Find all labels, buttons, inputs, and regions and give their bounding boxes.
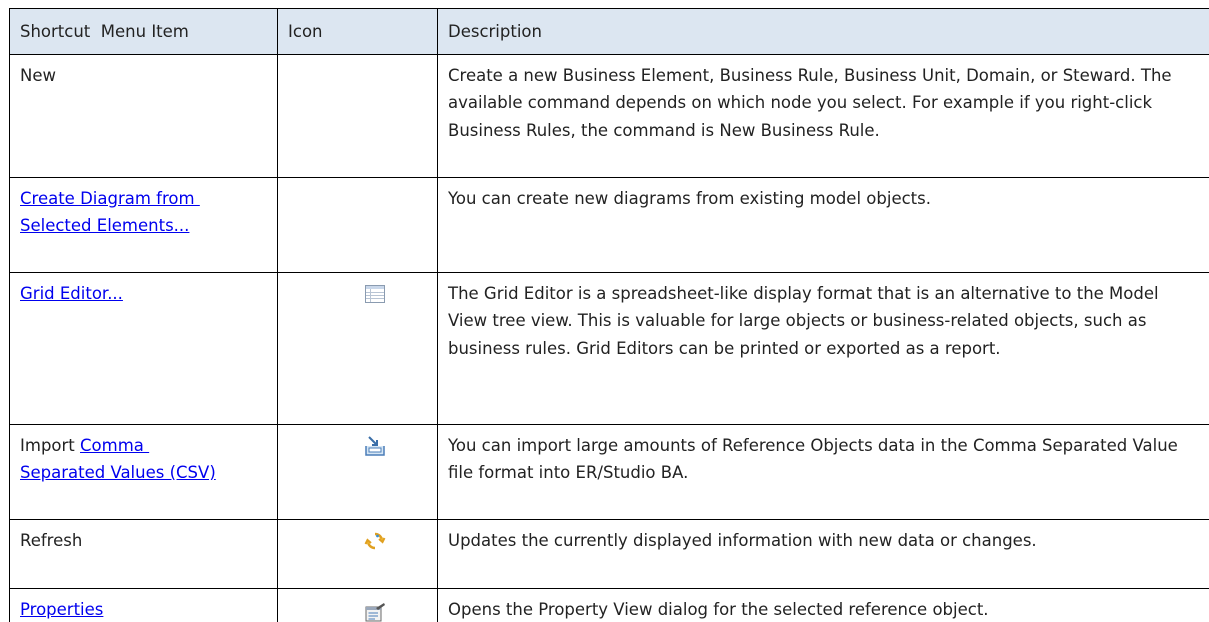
icon-cell-grid-editor: [277, 271, 438, 425]
table-row: New Create a new Business Element, Busin…: [9, 53, 1209, 178]
properties-icon: [363, 600, 387, 622]
icon-cell-refresh: [277, 518, 438, 589]
icon-cell-properties: [277, 587, 438, 622]
menu-item-properties-cell: Properties: [9, 587, 278, 622]
csv-link-line2: Separated Values (CSV): [20, 463, 216, 482]
menu-item-create-diagram-cell: Create Diagram from Selected Elements...: [9, 176, 278, 273]
refresh-icon: [363, 529, 387, 553]
create-diagram-link-line1: Create Diagram from: [20, 188, 200, 208]
description-properties: Opens the Property View dialog for the s…: [437, 587, 1209, 622]
description-import-csv: You can import large amounts of Referenc…: [437, 423, 1209, 520]
menu-item-refresh: Refresh: [9, 518, 278, 589]
icon-cell-empty: [277, 176, 438, 273]
description-grid-editor: The Grid Editor is a spreadsheet-like di…: [437, 271, 1209, 425]
header-shortcut-menu-item: Shortcut Menu Item: [9, 8, 278, 55]
menu-item-grid-editor-cell: Grid Editor...: [9, 271, 278, 425]
table-row: Properties Opens the Property View dialo…: [9, 587, 1209, 622]
icon-cell-import: [277, 423, 438, 520]
table-row: Import Comma Separated Values (CSV) You …: [9, 423, 1209, 520]
table-row: Refresh Updates the currently displayed …: [9, 518, 1209, 589]
table-row: Grid Editor... The Grid Editor is a spre…: [9, 271, 1209, 425]
header-description: Description: [437, 8, 1209, 55]
grid-editor-link[interactable]: Grid Editor...: [20, 284, 123, 303]
properties-link[interactable]: Properties: [20, 600, 103, 619]
menu-item-import-csv-cell: Import Comma Separated Values (CSV): [9, 423, 278, 520]
import-csv-icon: [363, 434, 387, 458]
table-row: Create Diagram from Selected Elements...…: [9, 176, 1209, 273]
csv-link-line1: Comma: [80, 435, 150, 455]
description-new: Create a new Business Element, Business …: [437, 53, 1209, 178]
table-header-row: Shortcut Menu Item Icon Description: [9, 8, 1209, 55]
create-diagram-link-line2: Selected Elements...: [20, 216, 190, 235]
create-diagram-link[interactable]: Create Diagram from Selected Elements...: [20, 189, 200, 236]
header-icon: Icon: [277, 8, 438, 55]
import-prefix: Import: [20, 435, 81, 455]
grid-editor-icon: [363, 282, 387, 306]
menu-item-new: New: [9, 53, 278, 178]
icon-cell-empty: [277, 53, 438, 178]
shortcut-menu-table: Shortcut Menu Item Icon Description New …: [9, 8, 1209, 622]
description-create-diagram: You can create new diagrams from existin…: [437, 176, 1209, 273]
description-refresh: Updates the currently displayed informat…: [437, 518, 1209, 589]
